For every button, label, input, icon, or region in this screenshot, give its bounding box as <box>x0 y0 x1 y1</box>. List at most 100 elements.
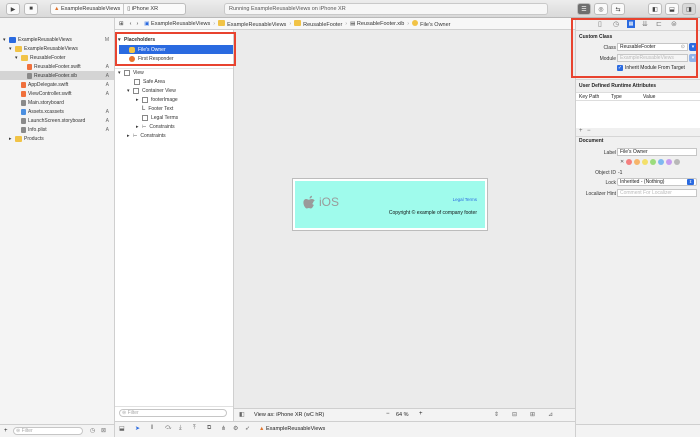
clear-color-icon[interactable]: ✕ <box>620 159 624 165</box>
scheme-selector[interactable]: ▲ ExampleReusableViews ▯ iPhone XR <box>50 3 186 15</box>
gray-swatch[interactable] <box>674 159 681 165</box>
breadcrumb-file[interactable]: ▤ ReusableFooter.xib <box>350 21 404 27</box>
outline-item-files-owner[interactable]: File's Owner <box>119 45 233 54</box>
nav-item-file-selected[interactable]: ReusableFooter.xib A <box>0 71 114 80</box>
toggle-debug-button[interactable]: ⬓ <box>665 3 679 15</box>
pin-icon[interactable]: ⊞ <box>530 411 535 418</box>
file-inspector-icon[interactable]: ▯ <box>598 20 602 28</box>
purple-swatch[interactable] <box>666 159 673 165</box>
step-in-icon[interactable]: ⤓ <box>179 425 182 432</box>
add-icon[interactable]: + <box>4 428 8 434</box>
align-icon[interactable]: ⊟ <box>512 411 517 418</box>
view-as-label[interactable]: View as: iPhone XR (wC hR) <box>254 412 324 418</box>
outline-item-container-view[interactable]: ▾ Container View <box>115 86 233 95</box>
nav-item-file[interactable]: LaunchScreen.storyboard A <box>0 116 114 125</box>
outline-item-view[interactable]: ▾ View <box>115 68 233 77</box>
module-field[interactable]: ExampleReusableViews <box>617 54 688 62</box>
recent-files-icon[interactable]: ◷ <box>90 427 95 434</box>
blue-swatch[interactable] <box>658 159 665 165</box>
resolve-issues-icon[interactable]: ⊿ <box>548 411 553 418</box>
class-field[interactable]: ReusableFooter ⊙ <box>617 43 688 51</box>
breakpoints-icon[interactable]: ➤ <box>135 425 140 432</box>
debug-target[interactable]: ▲ ExampleReusableViews <box>259 426 325 432</box>
inherit-module-checkbox[interactable]: ✓ Inherit Module From Target <box>617 65 685 71</box>
stop-button[interactable]: ■ <box>24 3 38 15</box>
breadcrumb-folder[interactable]: ReusableFooter <box>294 19 343 28</box>
outline-item-legal-terms[interactable]: Legal Terms <box>115 113 233 122</box>
nav-item-file[interactable]: Assets.xcassets A <box>0 107 114 116</box>
standard-editor-button[interactable]: ☰ <box>577 3 591 15</box>
location-icon[interactable]: ➶ <box>245 425 250 432</box>
toggle-navigator-button[interactable]: ◧ <box>648 3 662 15</box>
forward-arrow-icon[interactable]: › <box>136 21 138 27</box>
run-button[interactable]: ▶ <box>6 3 20 15</box>
localizer-field[interactable]: Comment For Localizer <box>617 189 697 197</box>
grid-icon[interactable]: ⊞ <box>119 21 124 27</box>
size-inspector-icon[interactable]: ⊏ <box>656 20 662 28</box>
nav-item-file[interactable]: Main.storyboard <box>0 98 114 107</box>
container-view[interactable]: iOS Legal Terms Copyright © example of c… <box>295 181 485 228</box>
connections-inspector-icon[interactable]: ⊜ <box>671 20 677 28</box>
red-swatch[interactable] <box>626 159 633 165</box>
zoom-out-icon[interactable]: − <box>386 411 390 417</box>
nav-item-file[interactable]: AppDelegate.swift A <box>0 80 114 89</box>
step-over-icon[interactable]: ⤼ <box>165 425 171 432</box>
outline-item-footer-text[interactable]: L Footer Text <box>115 104 233 113</box>
arrow-circle-icon[interactable]: ⊙ <box>681 44 685 50</box>
orange-swatch[interactable] <box>634 159 641 165</box>
label-field[interactable]: File's Owner <box>617 148 697 156</box>
class-dropdown-button[interactable]: ▾ <box>689 43 697 51</box>
lock-select[interactable]: Inherited - (Nothing) ⇕ <box>617 178 697 186</box>
nav-item-group[interactable]: ▾ ExampleReusableViews <box>0 44 114 53</box>
zoom-in-icon[interactable]: + <box>419 411 423 417</box>
version-editor-button[interactable]: ⇆ <box>611 3 625 15</box>
outline-item-label: Footer Text <box>148 105 174 112</box>
attributes-inspector-icon[interactable]: ⇊ <box>642 20 648 28</box>
nav-item-file[interactable]: ViewController.swift A <box>0 89 114 98</box>
folder-icon <box>15 45 22 52</box>
outline-item-constraints[interactable]: ▸ ⊢ Constraints <box>115 131 233 140</box>
breadcrumb-project[interactable]: ▣ ExampleReusableViews <box>144 21 210 27</box>
pause-icon[interactable]: ‖ <box>151 425 153 431</box>
breadcrumb-group[interactable]: ExampleReusableViews <box>218 19 286 28</box>
hide-debug-icon[interactable]: ⬓ <box>119 425 125 432</box>
outline-item-safe-area[interactable]: Safe Area <box>115 77 233 86</box>
remove-attribute-icon[interactable]: − <box>587 128 591 134</box>
xib-file-icon <box>27 72 32 79</box>
back-arrow-icon[interactable]: ‹ <box>130 21 132 27</box>
step-out-icon[interactable]: ⤒ <box>193 425 196 432</box>
breadcrumb-object[interactable]: File's Owner <box>412 19 451 28</box>
module-dropdown-button[interactable]: ▾ <box>689 54 697 62</box>
nav-item-group[interactable]: ▸ Products <box>0 134 114 143</box>
help-inspector-icon[interactable]: ◷ <box>613 20 619 28</box>
nav-item-file[interactable]: ReusableFooter.swift A <box>0 62 114 71</box>
nav-item-folder[interactable]: ▾ ReusableFooter <box>0 53 114 62</box>
yellow-swatch[interactable] <box>642 159 649 165</box>
nav-item-file[interactable]: Info.plist A <box>0 125 114 134</box>
lines-icon: ☰ <box>581 6 587 13</box>
memory-graph-icon[interactable]: ⋔ <box>221 425 226 432</box>
identity-inspector-icon[interactable]: ▦ <box>627 20 635 28</box>
environment-icon[interactable]: ⚙ <box>233 425 238 432</box>
scm-filter-icon[interactable]: ⊠ <box>101 427 106 434</box>
breadcrumb-label: ReusableFooter <box>303 21 343 28</box>
assistant-editor-button[interactable]: ◎ <box>594 3 608 15</box>
outline-item-footer-image[interactable]: ▸ footerImage <box>115 95 233 104</box>
label-color-swatches[interactable]: ✕ <box>620 159 682 165</box>
view-debugger-icon[interactable]: ⧉ <box>207 425 211 432</box>
reusable-footer-view[interactable]: iOS Legal Terms Copyright © example of c… <box>292 178 488 231</box>
add-attribute-icon[interactable]: + <box>579 128 583 134</box>
green-swatch[interactable] <box>650 159 657 165</box>
nav-item-project[interactable]: ▾ ExampleReusableViews M <box>0 35 114 44</box>
section-title: Placeholders <box>124 36 156 43</box>
udra-table-body[interactable] <box>576 101 700 128</box>
legal-terms-link[interactable]: Legal Terms <box>453 197 477 202</box>
xib-file-icon: ▤ <box>350 20 356 27</box>
outline-filter-input[interactable]: ⊜ Filter <box>119 409 227 417</box>
outline-item-first-responder[interactable]: First Responder <box>115 54 233 63</box>
toggle-inspector-button[interactable]: ◨ <box>682 3 696 15</box>
outline-item-constraints-inner[interactable]: ▸ ⊢ Constraints <box>115 122 233 131</box>
update-frames-icon[interactable]: ⇕ <box>494 411 499 418</box>
navigator-filter-input[interactable]: ⊜ Filter <box>13 427 83 435</box>
outline-toggle-icon[interactable]: ◧ <box>239 411 245 418</box>
